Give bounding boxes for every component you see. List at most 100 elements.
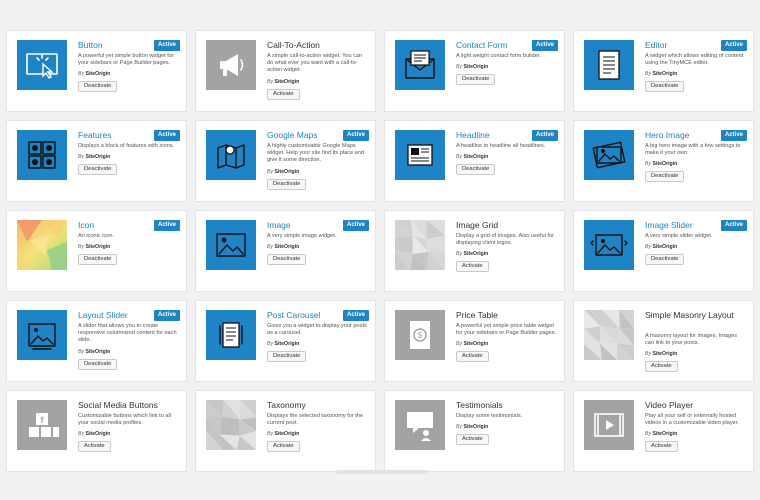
author-prefix: By (78, 154, 85, 160)
widget-author: By SiteOrigin (456, 251, 488, 257)
deactivate-button[interactable]: Deactivate (267, 254, 307, 265)
author-prefix: By (645, 351, 652, 357)
widget-card-layout-slider: Layout Slider Active A slider that allows … (6, 300, 187, 382)
widget-card-image: Image Active A very simple image widget. By… (195, 210, 376, 292)
deactivate-button[interactable]: Deactivate (645, 171, 685, 182)
image-icon (216, 233, 246, 257)
author-name: SiteOrigin (274, 431, 300, 437)
widget-description: Customizable buttons which link to all y… (78, 413, 171, 427)
widget-card-call-to-action: Call-To-Action A simple call-to-action wi… (195, 30, 376, 112)
widget-author: By SiteOrigin (78, 154, 110, 160)
activate-button[interactable]: Activate (645, 441, 678, 452)
author-prefix: By (645, 161, 652, 167)
activate-button[interactable]: Activate (456, 351, 489, 362)
widget-author: By SiteOrigin (645, 71, 677, 77)
widget-thumbnail (395, 220, 445, 270)
widget-thumbnail (584, 220, 634, 270)
layout-slider-icon (28, 323, 56, 350)
widget-title: Headline (456, 130, 490, 140)
widget-description: A very simple image widget. (267, 233, 337, 239)
author-prefix: By (78, 349, 85, 355)
testimonial-icon (407, 412, 433, 441)
hero-image-icon (592, 141, 626, 169)
widget-thumbnail (206, 400, 256, 450)
author-name: SiteOrigin (274, 341, 300, 347)
widget-card-taxonomy: Taxonomy Displays the selected taxonomy f… (195, 390, 376, 472)
widget-card-editor: Editor Active A widget which allows editin… (573, 30, 754, 112)
activate-button[interactable]: Activate (267, 89, 300, 100)
author-name: SiteOrigin (274, 169, 300, 175)
widget-description: Gives you a widget to display your posts… (267, 323, 367, 337)
widget-author: By SiteOrigin (645, 161, 677, 167)
video-player-icon (594, 413, 624, 437)
widget-description: Displays the selected taxonomy for the c… (267, 413, 364, 427)
widget-card-google-maps: Google Maps Active A highly customisable G… (195, 120, 376, 202)
widget-author: By SiteOrigin (267, 244, 299, 250)
document-icon (598, 50, 620, 80)
author-prefix: By (456, 154, 463, 160)
author-name: SiteOrigin (274, 244, 300, 250)
author-prefix: By (456, 251, 463, 257)
deactivate-button[interactable]: Deactivate (456, 164, 496, 175)
activate-button[interactable]: Activate (456, 434, 489, 445)
author-prefix: By (267, 79, 274, 85)
deactivate-button[interactable]: Deactivate (645, 81, 685, 92)
author-name: SiteOrigin (274, 79, 300, 85)
widget-title: Video Player (645, 400, 694, 410)
widget-author: By SiteOrigin (267, 79, 299, 85)
deactivate-button[interactable]: Deactivate (267, 351, 307, 362)
status-badge: Active (342, 310, 369, 321)
deactivate-button[interactable]: Deactivate (267, 179, 307, 190)
author-name: SiteOrigin (652, 431, 678, 437)
widget-author: By SiteOrigin (267, 431, 299, 437)
widget-thumbnail (206, 40, 256, 90)
deactivate-button[interactable]: Deactivate (456, 74, 496, 85)
widget-description: A powerful yet simple price table widget… (456, 323, 557, 337)
map-pin-icon (217, 144, 245, 169)
status-badge: Active (153, 40, 180, 51)
widget-title: Image (267, 220, 291, 230)
widget-card-social-media-buttons: f Social Media Buttons Customizable button… (6, 390, 187, 472)
widget-title: Taxonomy (267, 400, 306, 410)
status-badge: Active (531, 130, 558, 141)
deactivate-button[interactable]: Deactivate (78, 164, 118, 175)
activate-button[interactable]: Activate (645, 361, 678, 372)
author-name: SiteOrigin (85, 71, 111, 77)
activate-button[interactable]: Activate (267, 441, 300, 452)
status-badge: Active (342, 220, 369, 231)
widget-title: Google Maps (267, 130, 318, 140)
widget-thumbnail: f (17, 400, 67, 450)
deactivate-button[interactable]: Deactivate (645, 254, 685, 265)
widget-thumbnail (17, 310, 67, 360)
deactivate-button[interactable]: Deactivate (78, 81, 118, 92)
widget-title: Hero Image (645, 130, 690, 140)
author-prefix: By (645, 431, 652, 437)
envelope-icon (405, 50, 435, 79)
author-prefix: By (267, 244, 274, 250)
widget-title: Image Slider (645, 220, 693, 230)
price-tag-icon: $ (410, 321, 430, 349)
widget-author: By SiteOrigin (456, 341, 488, 347)
author-name: SiteOrigin (652, 71, 678, 77)
widget-thumbnail (395, 40, 445, 90)
widget-title: Testimonials (456, 400, 503, 410)
widget-description: A widget which allows editing of content… (645, 53, 744, 67)
widget-description: A highly customisable Google Maps widget… (267, 143, 365, 164)
widget-author: By SiteOrigin (456, 64, 488, 70)
author-name: SiteOrigin (652, 161, 678, 167)
deactivate-button[interactable]: Deactivate (78, 254, 118, 265)
activate-button[interactable]: Activate (456, 261, 489, 272)
widget-thumbnail (395, 130, 445, 180)
author-prefix: By (645, 71, 652, 77)
activate-button[interactable]: Activate (78, 441, 111, 452)
author-prefix: By (645, 244, 652, 250)
features-grid-icon (28, 141, 56, 169)
widget-thumbnail (206, 130, 256, 180)
deactivate-button[interactable]: Deactivate (78, 359, 118, 370)
widget-title: Post Carousel (267, 310, 321, 320)
widget-thumbnail (395, 400, 445, 450)
widget-title: Layout Slider (78, 310, 128, 320)
widget-card-testimonials: Testimonials Display some testimonials. By… (384, 390, 565, 472)
author-prefix: By (267, 431, 274, 437)
polygon-icon (206, 400, 256, 450)
